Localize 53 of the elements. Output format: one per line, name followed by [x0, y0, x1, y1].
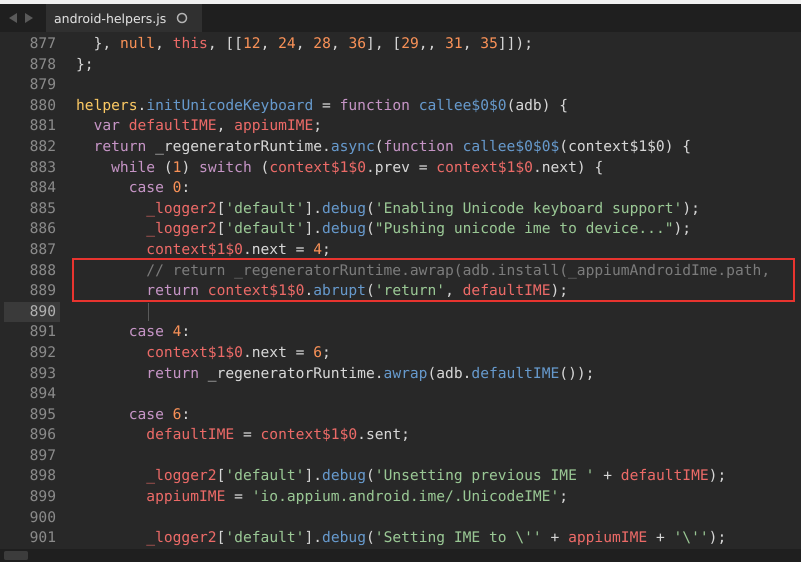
line-number: 892: [28, 342, 57, 363]
code-line: }, null, this, [[12, 24, 28, 36], [29,, 31, 35]]);: [92, 34, 534, 54]
line-number: 877: [28, 34, 57, 54]
line-number: 894: [28, 384, 57, 404]
scrollbar-thumb[interactable]: [4, 551, 28, 560]
code-line: _logger2['default'].debug("Pushing unicode ime to device...");: [145, 219, 692, 240]
line-number: 895: [28, 404, 57, 425]
code-line: return _regeneratorRuntime.async(function callee$0$0$(context$1$0) {: [92, 136, 692, 157]
line-number: 891: [28, 322, 57, 342]
code-line: context$1$0.next = 6;: [145, 342, 331, 363]
line-number: 897: [28, 446, 57, 466]
line-number: 900: [28, 508, 57, 528]
line-number: 887: [28, 240, 57, 260]
line-number: 878: [28, 54, 57, 75]
line-number: 886: [28, 219, 57, 240]
previous-tab-icon[interactable]: [9, 13, 18, 23]
line-number: 879: [28, 75, 57, 96]
code-line: var defaultIME, appiumIME;: [92, 116, 322, 136]
code-line: _logger2['default'].debug('Unsetting previous IME ' + defaultIME);: [145, 466, 726, 486]
code-line: while (1) switch (context$1$0.prev = context$1$0.next) {: [110, 158, 604, 178]
line-number: 883: [28, 158, 57, 178]
text-cursor: [148, 303, 149, 322]
code-line: _logger2['default'].debug('Enabling Unicode keyboard support');: [145, 198, 700, 219]
line-number: 901: [28, 528, 57, 548]
line-number: 899: [28, 487, 57, 508]
code-line: return _regeneratorRuntime.awrap(adb.defaultIME());: [145, 364, 594, 384]
line-number: 885: [28, 198, 57, 219]
line-number: 889: [28, 281, 57, 302]
line-number: 884: [28, 178, 57, 198]
code-line: case 6:: [128, 404, 190, 425]
line-number: 893: [28, 364, 57, 384]
circle-icon[interactable]: [176, 12, 188, 24]
code-line: context$1$0.next = 4;: [145, 240, 331, 260]
tab-label: android-helpers.js: [54, 10, 166, 26]
horizontal-scrollbar[interactable]: [0, 549, 801, 562]
code-line: helpers.initUnicodeKeyboard = function callee$0$0(adb) {: [76, 96, 568, 116]
code-line: case 4:: [128, 322, 190, 342]
line-number: 880: [28, 96, 57, 116]
line-number: 888: [28, 260, 57, 281]
code-line: case 0:: [128, 178, 190, 198]
file-tab[interactable]: android-helpers.js: [46, 4, 202, 32]
code-line: };: [76, 54, 94, 75]
line-number: 896: [28, 425, 57, 446]
code-line: defaultIME = context$1$0.sent;: [145, 425, 410, 446]
line-number: 882: [28, 136, 57, 157]
code-line: // return _regeneratorRuntime.awrap(adb.install(_appiumAndroidIme.path,: [145, 260, 770, 281]
code-line: _logger2['default'].debug('Setting IME to \'' + appiumIME + '\'');: [145, 528, 726, 548]
line-number: 898: [28, 466, 57, 486]
code-line: return context$1$0.abrupt('return', defaultIME);: [145, 281, 568, 302]
line-number: 881: [28, 116, 57, 136]
code-line: appiumIME = 'io.appium.android.ime/.UnicodeIME';: [145, 487, 568, 508]
line-number: 890: [4, 302, 60, 322]
next-tab-icon[interactable]: [24, 13, 33, 23]
